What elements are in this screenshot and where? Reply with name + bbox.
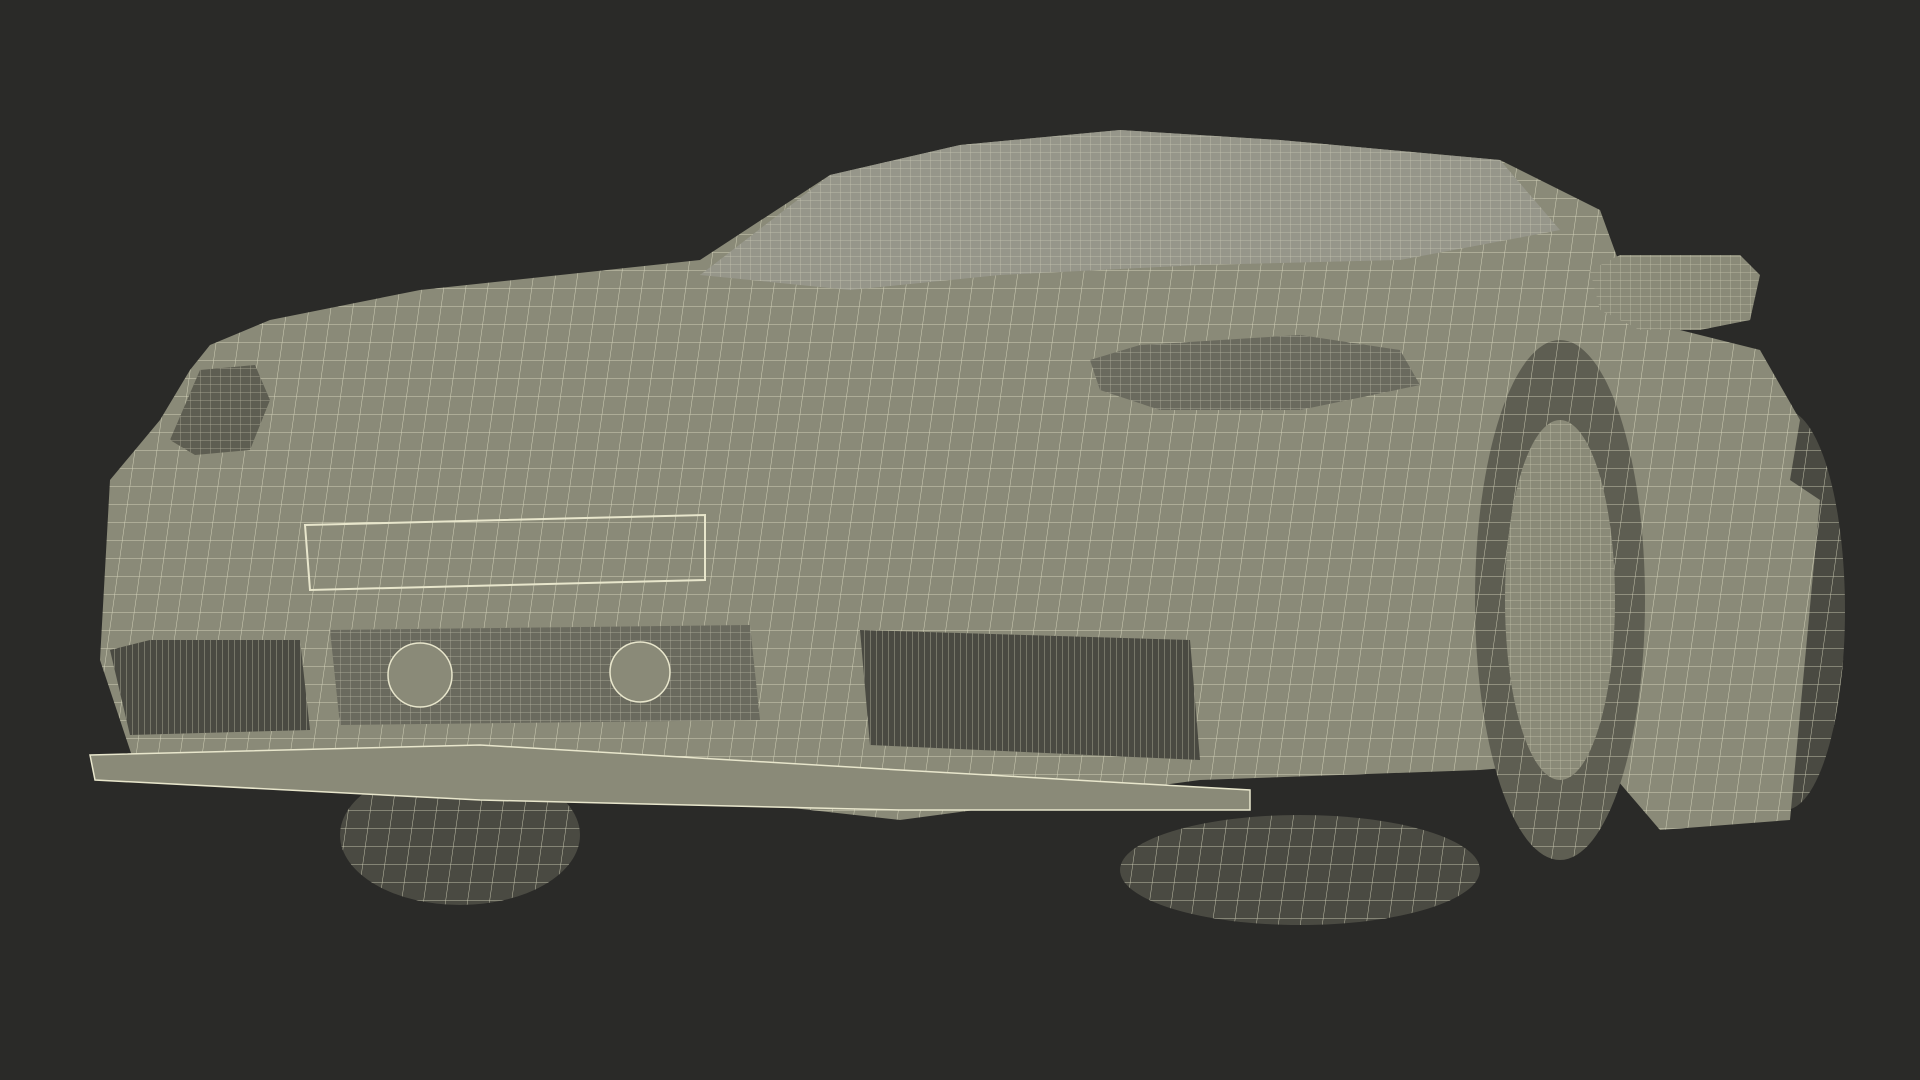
- car-render: [89, 130, 1845, 925]
- license-plate: [303, 513, 706, 592]
- left-intake: [110, 640, 310, 735]
- center-intake: [330, 625, 760, 725]
- front-right-wheel: [1475, 340, 1645, 860]
- front-right-tire-bottom: [1120, 815, 1480, 925]
- render-viewport: [0, 0, 1920, 1080]
- right-intake: [860, 630, 1200, 760]
